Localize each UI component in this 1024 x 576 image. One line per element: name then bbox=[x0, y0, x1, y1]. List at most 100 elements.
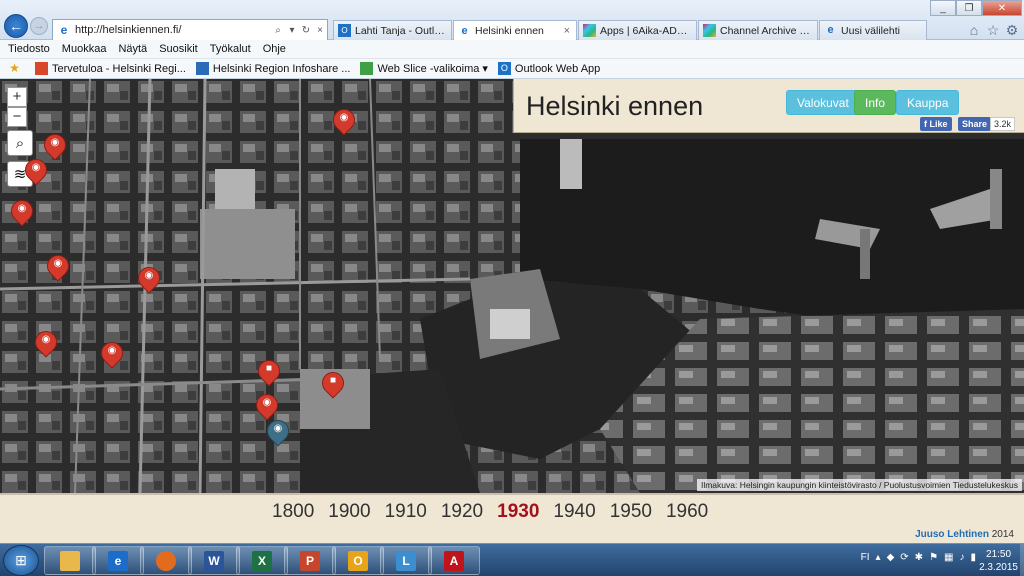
taskbar-powerpoint[interactable]: P bbox=[284, 546, 336, 575]
menu-help[interactable]: Ohje bbox=[263, 43, 286, 55]
photo-marker[interactable]: ◉ bbox=[6, 195, 38, 230]
dropdown-icon[interactable]: ▾ bbox=[285, 25, 299, 36]
favorites-star-icon[interactable]: ☆ bbox=[985, 22, 1001, 38]
menu-favorites[interactable]: Suosikit bbox=[159, 43, 198, 55]
network-icon[interactable]: ▦ bbox=[944, 552, 953, 563]
taskbar-excel[interactable]: X bbox=[236, 546, 288, 575]
favorite-region-infoshare[interactable]: Helsinki Region Infoshare ... bbox=[195, 62, 350, 75]
start-button[interactable]: ⊞ bbox=[3, 545, 39, 576]
photo-marker[interactable]: ◉ bbox=[20, 154, 52, 189]
shop-button[interactable]: Kauppa bbox=[896, 90, 960, 115]
close-window-button[interactable]: ✕ bbox=[982, 0, 1022, 16]
camera-icon: ◉ bbox=[273, 423, 283, 434]
year-1800[interactable]: 1800 bbox=[272, 501, 314, 523]
favorite-tervetuloa[interactable]: Tervetuloa - Helsinki Regi... bbox=[35, 62, 186, 75]
video-camera-icon: ■ bbox=[265, 363, 273, 374]
forward-button[interactable]: → bbox=[30, 17, 48, 35]
photo-marker[interactable]: ◉ bbox=[30, 326, 62, 361]
favorites-button[interactable]: ★ bbox=[8, 62, 25, 75]
photo-marker[interactable]: ◉ bbox=[133, 262, 165, 297]
taskbar-firefox[interactable] bbox=[140, 546, 192, 575]
map-credit: Ilmakuva: Helsingin kaupungin kiinteistö… bbox=[696, 479, 1022, 491]
show-desktop-button[interactable] bbox=[1020, 544, 1024, 576]
author-link[interactable]: Juuso Lehtinen bbox=[915, 529, 989, 540]
taskbar-outlook[interactable]: O bbox=[332, 546, 384, 575]
close-icon[interactable]: × bbox=[313, 25, 327, 36]
photo-marker-selected[interactable]: ◉ bbox=[262, 415, 294, 450]
facebook-like-button[interactable]: f Like bbox=[920, 117, 952, 131]
tab-slack-channel[interactable]: Channel Archive (#tapa... bbox=[698, 20, 818, 40]
photo-marker[interactable]: ◉ bbox=[42, 250, 74, 285]
home-icon[interactable]: ⌂ bbox=[966, 22, 982, 38]
menu-tools[interactable]: Työkalut bbox=[210, 43, 251, 55]
search-icon[interactable]: ⌕ bbox=[271, 25, 285, 36]
year-1950[interactable]: 1950 bbox=[610, 501, 652, 523]
sync-icon[interactable]: ⟳ bbox=[900, 552, 908, 563]
minimize-button[interactable]: _ bbox=[930, 0, 956, 16]
photo-marker[interactable]: ◉ bbox=[328, 104, 360, 139]
ie-page-icon: e bbox=[60, 23, 68, 37]
volume-icon[interactable]: ♪ bbox=[959, 552, 964, 563]
author-credit: Juuso Lehtinen 2014 bbox=[915, 529, 1014, 540]
tab-outlook[interactable]: O Lahti Tanja - Outlook W... bbox=[333, 20, 452, 40]
favorites-add-icon: ★ bbox=[9, 61, 20, 75]
taskbar-lync[interactable]: L bbox=[380, 546, 432, 575]
favorite-web-slice[interactable]: Web Slice -valikoima ▾ bbox=[360, 62, 488, 75]
address-url[interactable]: http://helsinkiennen.fi/ bbox=[75, 24, 271, 36]
restore-icon: ❐ bbox=[964, 3, 974, 14]
folder-icon bbox=[60, 550, 80, 571]
map-search-button[interactable]: ⌕ bbox=[7, 130, 33, 156]
site-header-panel: Helsinki ennen Valokuvat Info Kauppa f L… bbox=[513, 79, 1024, 133]
taskbar-word[interactable]: W bbox=[188, 546, 240, 575]
arrow-right-icon: → bbox=[33, 20, 45, 32]
gear-icon[interactable]: ⚙ bbox=[1004, 22, 1020, 38]
tab-helsinki-ennen[interactable]: e Helsinki ennen × bbox=[453, 20, 577, 41]
menu-file[interactable]: Tiedosto bbox=[8, 43, 50, 55]
minimize-icon: _ bbox=[940, 3, 946, 14]
clock-time: 21:50 bbox=[986, 549, 1012, 560]
refresh-icon[interactable]: ↻ bbox=[299, 25, 313, 36]
zoom-in-button[interactable]: + bbox=[7, 87, 27, 107]
web-slice-icon bbox=[360, 62, 374, 75]
photo-marker[interactable]: ◉ bbox=[39, 129, 71, 164]
year-1920[interactable]: 1920 bbox=[441, 501, 483, 523]
tab-slack-apps[interactable]: Apps | 6Aika-AD Slack bbox=[578, 20, 697, 40]
video-marker[interactable]: ■ bbox=[317, 367, 349, 402]
year-1940[interactable]: 1940 bbox=[553, 501, 595, 523]
year-1900[interactable]: 1900 bbox=[328, 501, 370, 523]
camera-icon: ◉ bbox=[339, 112, 349, 123]
tab-new-tab[interactable]: e Uusi välilehti bbox=[819, 20, 927, 40]
year-1930[interactable]: 1930 bbox=[497, 501, 539, 523]
tab-close-icon[interactable]: × bbox=[558, 25, 570, 37]
slack-icon bbox=[703, 24, 716, 37]
info-button[interactable]: Info bbox=[854, 90, 897, 115]
security-icon[interactable]: ◆ bbox=[887, 552, 895, 563]
video-marker[interactable]: ■ bbox=[253, 355, 285, 390]
power-icon[interactable]: ▮ bbox=[970, 552, 976, 563]
photo-marker[interactable]: ◉ bbox=[96, 337, 128, 372]
menu-view[interactable]: Näytä bbox=[118, 43, 147, 55]
camera-icon: ◉ bbox=[41, 334, 51, 345]
language-indicator[interactable]: FI bbox=[861, 552, 870, 563]
facebook-share-button[interactable]: Share bbox=[958, 117, 992, 131]
aerial-map[interactable]: + − ⌕ ≋ ◉ ◉ ◉ ◉ ◉ ◉ ◉ ◉ ■ ■ ◉ ◉ Ilmakuva… bbox=[0, 79, 1024, 493]
tray-expand-icon[interactable]: ▴ bbox=[876, 552, 881, 563]
outlook-icon: O bbox=[348, 550, 368, 571]
zoom-out-button[interactable]: − bbox=[7, 107, 27, 127]
photos-button[interactable]: Valokuvat bbox=[786, 90, 860, 115]
back-button[interactable]: ← bbox=[4, 14, 28, 38]
maximize-button[interactable]: ❐ bbox=[956, 0, 982, 16]
lync-icon: L bbox=[396, 550, 416, 571]
favorite-outlook-web-app[interactable]: O Outlook Web App bbox=[497, 62, 600, 75]
ie-page-icon: e bbox=[461, 24, 468, 37]
taskbar-explorer[interactable] bbox=[44, 546, 96, 575]
address-bar[interactable]: e http://helsinkiennen.fi/ ⌕ ▾ ↻ × bbox=[52, 19, 328, 41]
year-1960[interactable]: 1960 bbox=[666, 501, 708, 523]
bluetooth-icon[interactable]: ✱ bbox=[915, 552, 923, 563]
clock[interactable]: 21:50 2.3.2015 bbox=[979, 548, 1018, 574]
flag-icon[interactable]: ⚑ bbox=[929, 552, 938, 563]
taskbar-internet-explorer[interactable]: e bbox=[92, 546, 144, 575]
year-1910[interactable]: 1910 bbox=[385, 501, 427, 523]
menu-edit[interactable]: Muokkaa bbox=[62, 43, 107, 55]
taskbar-acrobat[interactable]: A bbox=[428, 546, 480, 575]
